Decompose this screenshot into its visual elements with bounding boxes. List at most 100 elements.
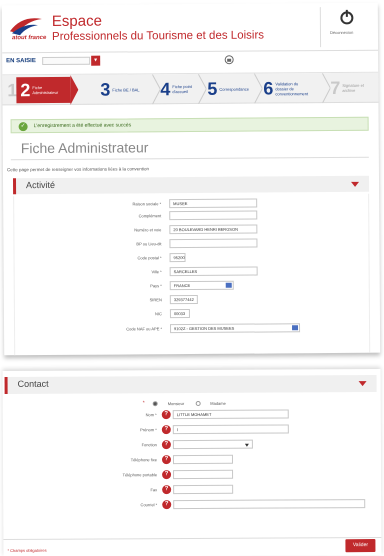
text-field[interactable]: 95200 <box>169 253 186 263</box>
radio-monsieur[interactable] <box>152 401 158 407</box>
form-row: Téléphone fixe? <box>3 454 381 466</box>
text-field[interactable]: l <box>172 424 289 435</box>
section-title: Contact <box>17 378 49 389</box>
field-value: 00033 <box>173 311 186 317</box>
submit-button[interactable]: Valider <box>345 539 376 553</box>
step-number: 3 <box>100 79 111 100</box>
radio-label: Madame <box>210 401 226 407</box>
field-label: Courriel * <box>140 502 158 508</box>
field-label: BP ou Lieu-dit <box>136 241 162 247</box>
collapse-arrow-icon[interactable] <box>351 181 360 187</box>
text-field[interactable] <box>172 454 234 465</box>
step-number: 2 <box>20 79 31 100</box>
page-intro: Cette page permet de renseigner vos info… <box>6 166 150 173</box>
check-icon: ✓ <box>18 122 28 132</box>
field-label: Prénom * <box>140 427 157 433</box>
civility-required-mark: * <box>142 400 145 407</box>
help-icon[interactable]: ? <box>162 485 172 495</box>
environment-go-button[interactable]: ▾ <box>91 55 101 66</box>
wizard-steps: 1 Choix des accords 2 Fiche Administrate… <box>2 72 379 106</box>
text-field[interactable] <box>169 210 258 221</box>
swoosh-logo-icon <box>9 18 42 36</box>
step-5[interactable]: 5 Correspondance <box>207 76 259 102</box>
text-field[interactable]: SARCELLES <box>169 266 258 277</box>
field-value: MUSEE <box>173 201 188 207</box>
field-label: Nom * <box>145 412 157 418</box>
step-number: 7 <box>330 77 341 98</box>
site-header: atout france Espace Professionnels du To… <box>1 2 379 54</box>
form-row: Prénom *? l <box>3 424 381 436</box>
field-value: 329377442 <box>173 296 194 303</box>
text-field[interactable] <box>169 238 258 249</box>
field-value: FRANCE <box>173 283 191 289</box>
field-label: Ville * <box>151 269 162 275</box>
form-row: Fax? <box>3 484 381 496</box>
step-separator-icon <box>198 73 207 104</box>
success-notice: ✓ L'enregistrement a été effectué avec s… <box>10 116 369 134</box>
footer-divider <box>3 537 382 540</box>
dropdown-arrow-icon[interactable] <box>225 282 232 288</box>
chevron-down-icon[interactable] <box>244 443 249 447</box>
contact-section-header[interactable]: Contact <box>4 375 377 394</box>
step-4[interactable]: 4 Fiche point d'accueil <box>160 76 200 102</box>
power-icon[interactable] <box>339 9 355 25</box>
help-icon[interactable]: ? <box>162 470 172 480</box>
environment-bar: EN SAISIE ▾ <box>2 50 379 76</box>
text-field[interactable] <box>173 499 366 510</box>
text-field[interactable]: 20 BOULEVARD HENRI BERGSON <box>169 224 258 235</box>
form-row: Courriel *? <box>3 499 381 511</box>
radio-madame[interactable] <box>195 401 201 407</box>
step-separator-icon <box>322 73 331 104</box>
step-label: Signature et archive <box>342 82 364 93</box>
contact-form-screenshot: Contact * Monsieur Madame Nom *? LITTLE M… <box>2 369 382 556</box>
select-field[interactable]: FRANCE <box>169 280 234 291</box>
step-7[interactable]: 7 Signature et archive <box>330 75 376 101</box>
field-value: 20 BOULEVARD HENRI BERGSON <box>173 226 238 233</box>
activite-section-header[interactable]: Activité <box>12 175 370 195</box>
form-row: Nom *? LITTLE MOHAMET <box>3 409 381 421</box>
text-field[interactable]: 00033 <box>169 309 190 319</box>
field-label: SIREN <box>149 297 162 303</box>
step-label: Fiche Administrateur <box>32 85 59 96</box>
step-separator-icon <box>152 74 161 105</box>
help-icon[interactable]: ? <box>161 455 172 465</box>
step-label: Correspondance <box>219 86 249 92</box>
help-icon[interactable]: ? <box>161 410 171 420</box>
help-icon[interactable]: ? <box>161 425 171 435</box>
help-icon[interactable]: ? <box>162 500 172 510</box>
field-label: Téléphone fixe <box>130 457 157 463</box>
field-label: Code postal * <box>137 255 162 261</box>
step-2-active[interactable]: 2 Fiche Administrateur <box>16 76 71 104</box>
select-field[interactable]: 9102Z - GESTION DES MUSEES <box>170 323 301 334</box>
site-subtitle: Professionnels du Tourisme et des Loisir… <box>51 29 265 43</box>
select-field[interactable] <box>172 439 253 450</box>
step-number: 4 <box>160 78 171 99</box>
section-title: Activité <box>26 179 56 191</box>
civility-radio-group: Monsieur Madame <box>152 401 236 407</box>
step-3[interactable]: 3 Fiche BE / BAL <box>100 76 152 102</box>
field-label: Numéro et voie <box>134 227 162 233</box>
text-field[interactable]: LITTLE MOHAMET <box>172 409 289 420</box>
environment-select[interactable] <box>42 56 91 66</box>
collapse-arrow-icon[interactable] <box>358 381 367 387</box>
text-field[interactable] <box>173 484 234 495</box>
step-separator-icon <box>254 73 263 104</box>
field-label: Raison sociale * <box>132 201 162 207</box>
field-value: l <box>176 427 178 433</box>
site-title: Espace <box>51 12 103 30</box>
field-value: LITTLE MOHAMET <box>176 411 212 418</box>
logout-label[interactable]: Déconnexion <box>330 30 353 35</box>
text-field[interactable] <box>173 469 234 480</box>
page-title: Fiche Administrateur <box>20 139 149 157</box>
text-field[interactable]: 329377442 <box>169 294 198 305</box>
step-separator-icon <box>70 74 79 105</box>
header-divider <box>319 7 322 48</box>
help-icon[interactable] <box>224 55 234 65</box>
dropdown-arrow-icon[interactable] <box>292 325 299 331</box>
field-value: 95200 <box>173 255 185 261</box>
field-label: NIC <box>155 311 162 317</box>
help-icon[interactable]: ? <box>161 440 171 450</box>
step-6[interactable]: 6 Validation du dossier de conventionnem… <box>263 75 323 101</box>
title-divider <box>10 156 369 161</box>
text-field[interactable]: MUSEE <box>169 198 258 209</box>
